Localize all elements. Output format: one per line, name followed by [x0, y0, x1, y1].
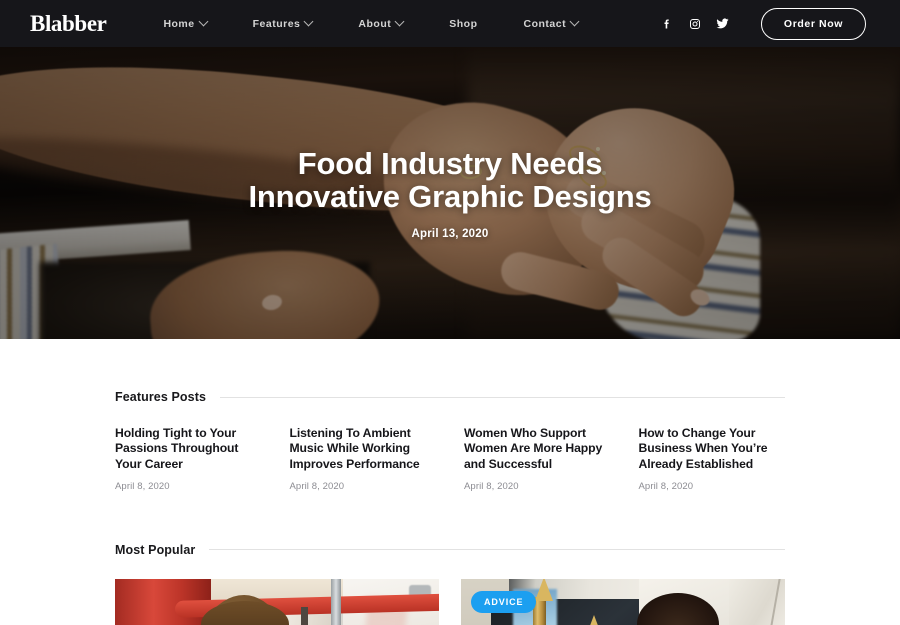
feature-post[interactable]: Listening To Ambient Music While Working… — [290, 426, 437, 492]
feature-post-title[interactable]: Women Who Support Women Are More Happy a… — [464, 426, 611, 472]
features-section-header: Features Posts — [115, 339, 785, 404]
card2-railing-finial — [535, 578, 553, 601]
feature-post[interactable]: Women Who Support Women Are More Happy a… — [464, 426, 611, 492]
order-now-button[interactable]: Order Now — [760, 7, 866, 40]
nav-label: Features — [252, 17, 301, 30]
popular-section-header: Most Popular — [115, 492, 785, 557]
category-badge[interactable]: ADVICE — [471, 590, 537, 613]
feature-post-date: April 8, 2020 — [638, 480, 694, 492]
main-navigation: Home Features About Shop Contact — [140, 16, 601, 30]
nav-item-contact[interactable]: Contact — [500, 16, 601, 30]
feature-post[interactable]: Holding Tight to Your Passions Throughou… — [115, 426, 262, 492]
nav-item-about[interactable]: About — [335, 16, 426, 30]
chevron-down-icon — [394, 16, 405, 27]
feature-post-title[interactable]: Listening To Ambient Music While Working… — [290, 426, 437, 472]
hero-banner: Food Industry Needs Innovative Graphic D… — [0, 47, 900, 339]
nav-item-features[interactable]: Features — [230, 16, 336, 30]
feature-post-date: April 8, 2020 — [464, 480, 519, 492]
feature-post[interactable]: How to Change Your Business When You’re … — [639, 426, 786, 492]
nav-label: Shop — [449, 17, 478, 30]
chevron-down-icon — [198, 16, 209, 27]
twitter-icon[interactable] — [713, 14, 733, 34]
instagram-icon[interactable] — [685, 14, 705, 34]
chevron-down-icon — [569, 16, 580, 27]
hero-title-line-2: Innovative Graphic Designs — [248, 179, 652, 215]
hero-content: Food Industry Needs Innovative Graphic D… — [0, 147, 900, 240]
feature-post-title[interactable]: Holding Tight to Your Passions Throughou… — [115, 426, 262, 472]
feature-post-title[interactable]: How to Change Your Business When You’re … — [639, 426, 786, 472]
feature-post-date: April 8, 2020 — [289, 480, 345, 492]
card1-pillar — [301, 606, 308, 625]
feature-post-date: April 8, 2020 — [115, 480, 170, 492]
nav-label: About — [358, 17, 392, 30]
card2-railing-finial — [585, 614, 603, 625]
nav-item-home[interactable]: Home — [140, 16, 229, 30]
features-posts-grid: Holding Tight to Your Passions Throughou… — [115, 426, 785, 492]
site-logo[interactable]: Blabber — [30, 11, 107, 37]
popular-card[interactable]: ADVICE — [461, 578, 785, 625]
header-actions: Order Now — [653, 7, 866, 40]
facebook-icon[interactable] — [657, 14, 677, 34]
section-divider — [209, 549, 785, 551]
hero-date: April 13, 2020 — [411, 228, 489, 241]
chevron-down-icon — [303, 16, 314, 27]
main-content: Features Posts Holding Tight to Your Pas… — [0, 339, 900, 625]
popular-card-image — [115, 578, 439, 625]
site-header: Blabber Home Features About Shop Contact — [0, 0, 900, 47]
popular-card[interactable] — [115, 578, 439, 625]
section-divider — [220, 396, 785, 398]
hero-title[interactable]: Food Industry Needs Innovative Graphic D… — [0, 147, 900, 213]
social-links — [653, 14, 737, 34]
hero-title-line-1: Food Industry Needs — [297, 146, 603, 181]
card1-pillar — [331, 578, 341, 625]
most-popular-grid: ADVICE — [115, 578, 785, 625]
nav-item-shop[interactable]: Shop — [426, 18, 500, 30]
features-section-title: Features Posts — [115, 390, 207, 404]
popular-section-title: Most Popular — [115, 542, 196, 557]
nav-label: Home — [163, 17, 195, 30]
nav-label: Contact — [523, 17, 567, 30]
